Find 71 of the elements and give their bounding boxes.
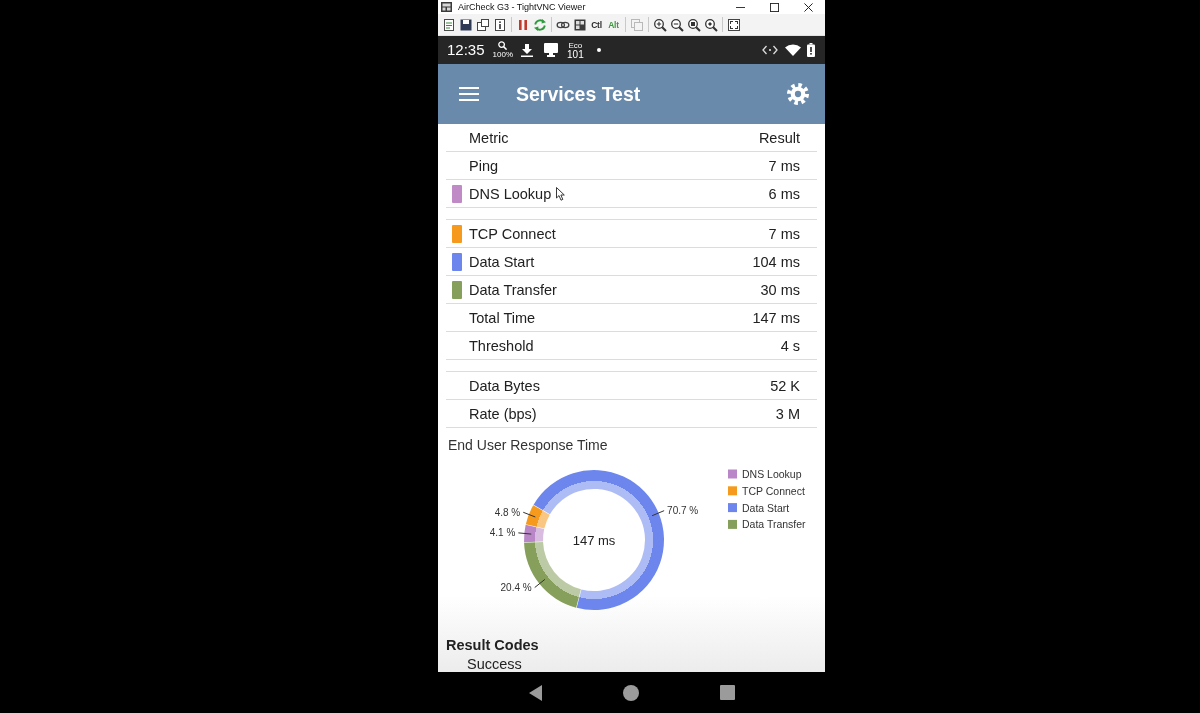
wifi-icon [785, 44, 801, 56]
result-value: 4 s [780, 337, 801, 354]
column-header: Result [758, 129, 801, 146]
home-icon[interactable] [622, 684, 639, 701]
percent-label: 4.1 % [489, 527, 516, 539]
close-icon[interactable] [803, 2, 813, 12]
percent-label: 70.7 % [667, 505, 699, 517]
zoom-out-icon[interactable] [669, 17, 684, 32]
recents-icon[interactable] [719, 685, 735, 700]
metric-label: Ping [469, 157, 499, 174]
monitor-icon [544, 43, 558, 57]
result-value: 52 K [770, 377, 801, 394]
percent-label: 20.4 % [500, 582, 532, 594]
magnifier-icon [498, 41, 508, 50]
result-value: 6 ms [768, 185, 801, 202]
legend-label: Data Transfer [742, 518, 806, 531]
metric-label: TCP Connect [469, 225, 556, 242]
result-value: 30 ms [760, 281, 801, 298]
zoom-reset-icon[interactable] [686, 17, 701, 32]
menu-icon[interactable] [459, 87, 479, 101]
code-icon [762, 45, 778, 55]
refresh-icon[interactable] [532, 17, 547, 32]
section-heading: Result Codes [446, 636, 539, 654]
app-logo-icon [441, 2, 452, 12]
eco-number: 101 [567, 49, 584, 60]
legend-label: DNS Lookup [742, 468, 802, 480]
metric-label: Data Transfer [469, 281, 557, 298]
metric-label: Total Time [469, 309, 536, 326]
clock-time: 12:35 [447, 41, 485, 59]
metric-label: Data Bytes [469, 377, 540, 394]
fullscreen-icon[interactable] [726, 17, 741, 32]
total-time-label: 147 ms [572, 532, 616, 548]
notification-dot-icon [596, 48, 601, 52]
legend-label: TCP Connect [742, 484, 805, 497]
leader-line [517, 532, 532, 535]
save-icon[interactable] [458, 17, 473, 32]
metric-label: Data Start [469, 253, 535, 270]
percent-label: 4.8 % [494, 506, 521, 518]
result-value: 104 ms [752, 253, 801, 270]
grid-icon[interactable] [572, 17, 587, 32]
metric-label: DNS Lookup [469, 185, 552, 202]
leader-line [522, 511, 536, 518]
column-header: Metric [469, 129, 509, 146]
window-title: AirCheck G3 - TightVNC Viewer [458, 1, 586, 13]
battery-icon [807, 43, 815, 57]
zoom-fit-icon[interactable] [703, 17, 718, 32]
document-icon[interactable] [441, 17, 456, 32]
key-toggle[interactable]: Ctl [588, 18, 605, 31]
result-value: 147 ms [752, 309, 801, 326]
settings-icon[interactable] [787, 83, 809, 105]
chart-title: End User Response Time [448, 436, 608, 454]
leader-line [651, 510, 665, 517]
zoom-level-text: 100% [492, 50, 513, 59]
maximize-icon[interactable] [769, 2, 779, 12]
result-code: Success [467, 656, 522, 672]
screen-title: Services Test [516, 82, 641, 106]
result-value: 7 ms [768, 157, 801, 174]
metric-label: Threshold [469, 337, 534, 354]
result-value: 3 M [775, 405, 801, 422]
leader-line [534, 578, 546, 589]
back-icon[interactable] [528, 684, 542, 701]
eco-label: Eco [568, 40, 583, 50]
info-icon[interactable] [492, 17, 507, 32]
result-value: 7 ms [768, 225, 801, 242]
legend-label: Data Start [742, 501, 790, 514]
metric-label: Rate (bps) [469, 405, 537, 422]
zoom-in-icon[interactable] [652, 17, 667, 32]
download-icon [521, 43, 533, 57]
minimize-icon[interactable] [735, 6, 745, 8]
mouse-pointer-icon [556, 187, 565, 201]
window-icon[interactable] [475, 17, 490, 32]
